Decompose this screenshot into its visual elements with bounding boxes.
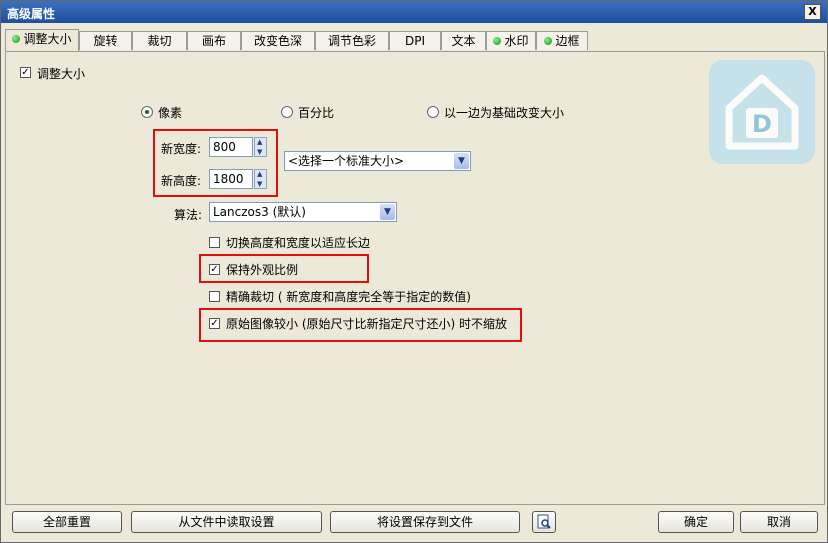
radio-pixels-label: 像素	[158, 106, 183, 120]
tab-color-depth[interactable]: 改变色深	[241, 31, 315, 50]
algorithm-select[interactable]: Lanczos3 (默认) ▼	[209, 202, 397, 222]
preview-button[interactable]	[532, 511, 556, 533]
document-search-icon	[537, 514, 551, 529]
resize-panel	[5, 51, 825, 505]
algorithm-label: 算法:	[174, 208, 203, 222]
exact-crop-label: 精确裁切 ( 新宽度和高度完全等于指定的数值)	[226, 290, 471, 304]
tab-canvas[interactable]: 画布	[187, 31, 241, 50]
status-dot-icon	[12, 34, 21, 43]
highlight-size-box	[153, 129, 278, 197]
status-dot-icon	[544, 36, 553, 45]
swap-sides-label: 切换高度和宽度以适应长边	[226, 236, 371, 250]
tab-rotate[interactable]: 旋转	[79, 31, 132, 50]
tab-crop[interactable]: 裁切	[132, 31, 187, 50]
load-settings-button[interactable]: 从文件中读取设置	[131, 511, 322, 533]
standard-size-select[interactable]: <选择一个标准大小> ▼	[284, 151, 471, 171]
swap-sides-checkbox[interactable]	[209, 237, 220, 248]
chevron-down-icon: ▼	[454, 153, 469, 169]
tab-text[interactable]: 文本	[441, 31, 486, 50]
resize-enable-label: 调整大小	[37, 67, 86, 81]
exact-crop-checkbox[interactable]	[209, 291, 220, 302]
radio-percent-label: 百分比	[298, 106, 335, 120]
chevron-down-icon: ▼	[380, 204, 395, 220]
close-button[interactable]: X	[804, 4, 821, 20]
tab-resize[interactable]: 调整大小	[5, 29, 79, 51]
house-logo-icon: D	[725, 74, 799, 150]
dialog-window: 高级属性 X 调整大小 旋转 裁切 画布 改变色深 调节色彩 DPI 文本 水印…	[0, 0, 828, 543]
ok-button[interactable]: 确定	[658, 511, 734, 533]
tab-border[interactable]: 边框	[536, 31, 588, 50]
cancel-button[interactable]: 取消	[740, 511, 818, 533]
resize-enable-checkbox[interactable]: ✓	[20, 67, 31, 78]
tab-watermark[interactable]: 水印	[486, 31, 536, 50]
highlight-keep-ratio	[199, 254, 369, 283]
radio-pixels[interactable]	[141, 106, 153, 118]
window-title: 高级属性	[7, 7, 56, 21]
tab-adjust-color[interactable]: 调节色彩	[315, 31, 389, 50]
reset-all-button[interactable]: 全部重置	[12, 511, 122, 533]
tab-dpi[interactable]: DPI	[389, 31, 441, 50]
app-logo: D	[709, 60, 815, 164]
save-settings-button[interactable]: 将设置保存到文件	[330, 511, 520, 533]
status-dot-icon	[493, 36, 502, 45]
radio-side-label: 以一边为基础改变大小	[444, 106, 565, 120]
highlight-no-upscale	[199, 308, 522, 342]
title-bar[interactable]: 高级属性 X	[1, 1, 827, 23]
svg-text:D: D	[752, 110, 772, 138]
radio-percent[interactable]	[281, 106, 293, 118]
radio-side[interactable]	[427, 106, 439, 118]
